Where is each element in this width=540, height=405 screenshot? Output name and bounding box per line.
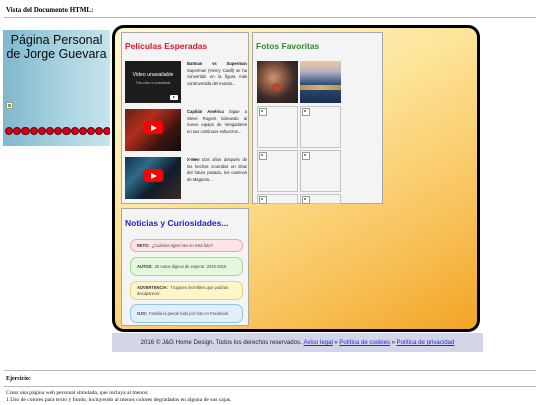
red-dot [62,127,71,136]
red-dot [54,127,63,136]
red-dot [29,127,38,136]
divider [4,17,536,18]
movies-section: Películas Esperadas Video unavailable Th… [121,32,249,204]
photos-section: Fotos Favoritas [252,32,383,204]
red-dot [21,127,30,136]
broken-photo [257,194,298,204]
photo-city[interactable] [300,61,341,103]
divider [4,386,536,387]
red-dot [95,127,104,136]
site-title-line1: Página Personal [10,33,103,47]
youtube-icon [170,95,178,100]
broken-photo [300,150,341,192]
privacy-policy-link[interactable]: Política de privacidad [396,339,454,346]
broken-photo [257,106,298,148]
footer-separator: » [334,339,338,346]
exercise-line: 1.Uso de colores para texto y fondo, inc… [6,397,232,403]
video-unavailable-subtext: This video is unavailable [135,81,171,85]
site-header: Página Personal de Jorge Guevara [3,30,110,146]
red-dot [13,127,22,136]
video-player[interactable] [125,109,181,151]
exercise-heading: Ejercicio: [6,376,31,382]
red-dot [103,127,110,136]
site-title: Página Personal de Jorge Guevara [3,33,110,61]
movie-item: Video unavailable This video is unavaila… [125,61,249,103]
broken-photo [300,194,341,204]
main-content-panel: Películas Esperadas Video unavailable Th… [112,25,480,332]
broken-image-icon [6,102,13,109]
copyright-text: 2016 © J&G Home Design. Todos los derech… [140,339,302,346]
video-player[interactable] [125,157,181,199]
play-icon[interactable] [144,121,163,134]
video-player[interactable]: Video unavailable This video is unavaila… [125,61,181,103]
document-heading: Vista del Documento HTML: [6,6,94,14]
exercise-line: Crear una página web personal simulada, … [6,390,149,396]
page-footer: 2016 © J&G Home Design. Todos los derech… [112,333,483,352]
divider [4,370,536,371]
movies-title: Películas Esperadas [125,41,208,51]
play-icon[interactable] [144,169,163,182]
news-item[interactable]: ADVERTENCIA: 7 lugares increíbles que pod… [130,281,243,300]
cookies-policy-link[interactable]: Política de cookies [339,339,390,346]
movie-item: Capitán América Sigue a Steve Rogers lid… [125,109,249,151]
news-item[interactable]: RETO: ¿Cuántos tigres ves en esta foto? [130,239,243,252]
red-dot [70,127,79,136]
news-section: Noticias y Curiosidades... RETO: ¿Cuántos… [121,208,249,326]
movie-description: Capitán América Sigue a Steve Rogers lid… [187,109,248,134]
news-item[interactable]: AUTOS: 25 Autos dignos de esperar: 2016-2… [130,257,243,276]
movie-item: X-Men Dos años después de los hechos ocu… [125,157,249,199]
movie-description: X-Men Dos años después de los hechos ocu… [187,157,247,182]
red-dot [78,127,87,136]
photo-food[interactable] [257,61,298,103]
news-item[interactable]: OJO: Familia la pierde todo por foto en F… [130,304,243,323]
news-title: Noticias y Curiosidades... [125,218,229,228]
legal-notice-link[interactable]: Aviso legal [304,339,333,346]
footer-separator: » [391,339,395,346]
red-dot [86,127,96,136]
site-title-line2: de Jorge Guevara [6,47,107,61]
red-dot [5,127,14,136]
red-dot [45,127,55,136]
video-unavailable-text: Video unavailable [132,72,174,78]
red-dots-row [5,127,110,136]
photos-title: Fotos Favoritas [256,41,320,51]
movie-description: Batman vs Superman Superman (Henry Cavil… [187,61,247,86]
red-dot [37,127,46,136]
broken-photo [300,106,341,148]
broken-photo [257,150,298,192]
